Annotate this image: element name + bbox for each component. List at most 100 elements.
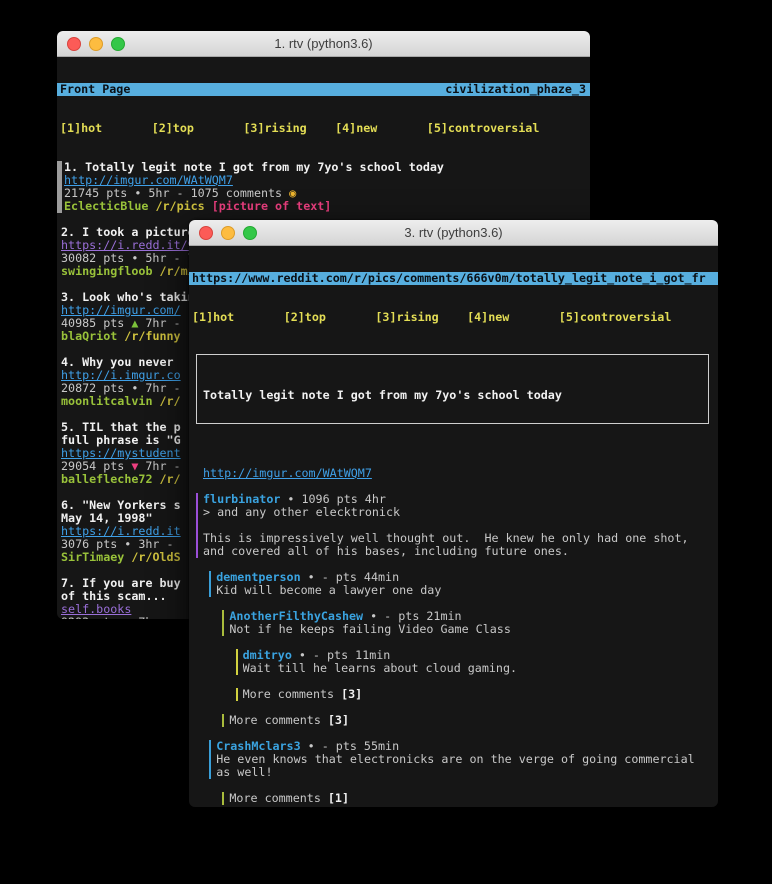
post-link[interactable]: http://imgur.com/WAtWQM7 xyxy=(203,467,372,480)
post-summary-box[interactable]: Totally legit note I got from my 7yo's s… xyxy=(189,350,718,428)
post-author[interactable]: EclecticBlue xyxy=(287,440,371,441)
post-flair: [picture of text] xyxy=(379,440,499,441)
post-points: 21745 pts xyxy=(64,187,127,200)
menu-item-5controversial[interactable]: [5]controversial xyxy=(427,122,540,135)
post-meta: 7hr - xyxy=(145,460,180,473)
post-link[interactable]: http://i.imgur.co xyxy=(61,369,181,382)
post-title[interactable]: of this scam... xyxy=(61,590,167,603)
post-title[interactable]: 4. Why you never xyxy=(61,356,181,369)
post-subreddit[interactable]: /r/ xyxy=(159,473,180,486)
post-points: 23771 pts • 1155 comments xyxy=(287,518,463,519)
post-author[interactable]: swingingfloob xyxy=(61,265,152,278)
menu-item-1hot[interactable]: [1]hot xyxy=(192,311,234,324)
comment-meta: • - pts 11min xyxy=(299,649,390,662)
comment[interactable]: dmitryo• - pts 11minWait till he learns … xyxy=(236,649,718,675)
post-meta: 7hr - xyxy=(138,616,173,619)
comment[interactable]: CrashMclars3 • - pts 55minHe even knows t… xyxy=(209,740,718,779)
post-link[interactable]: self.books xyxy=(61,603,131,616)
post-points: 3076 pts xyxy=(61,538,117,551)
bullet-icon: • xyxy=(124,538,131,551)
minimize-button[interactable] xyxy=(221,226,235,240)
spacer-row xyxy=(189,727,718,740)
window-title-frontpage: 1. rtv (python3.6) xyxy=(274,36,372,51)
menu-item-3rising[interactable]: [3]rising xyxy=(375,311,438,324)
minimize-button[interactable] xyxy=(89,37,103,51)
more-comments[interactable]: More comments[3] xyxy=(222,714,718,727)
page-title: Front Page xyxy=(60,83,130,96)
sort-menu-comments: [1]hot [2]top [3]rising [4]new [5]controvers… xyxy=(189,311,718,324)
post-title[interactable]: full phrase is "G xyxy=(61,434,181,447)
comment-body-line: He even knows that electronicks are on t… xyxy=(216,753,718,766)
desktop: 1. rtv (python3.6) Front Page civilizati… xyxy=(0,0,772,884)
frontpage-header-bar: Front Page civilization_phaze_3 xyxy=(57,83,590,96)
post-author[interactable]: ballefleche72 xyxy=(61,473,152,486)
post-box-border: Totally legit note I got from my 7yo's s… xyxy=(196,354,709,424)
menu-item-5controversial[interactable]: [5]controversial xyxy=(559,311,672,324)
post-points: 20872 pts xyxy=(61,382,124,395)
more-comments[interactable]: More comments [1] xyxy=(222,792,718,805)
post-meta: 7hr - xyxy=(145,317,180,330)
comment[interactable]: dementperson • - pts 44minKid will become… xyxy=(209,571,718,597)
post-author[interactable]: EclecticBlue xyxy=(64,200,148,213)
comment[interactable]: AnotherFilthyCashew• - pts 21minNot if h… xyxy=(222,610,718,636)
spacer-row xyxy=(189,636,718,649)
bullet-icon: • xyxy=(134,187,141,200)
more-comments[interactable]: More comments[3] xyxy=(236,688,718,701)
close-button[interactable] xyxy=(67,37,81,51)
menu-item-3rising[interactable]: [3]rising xyxy=(243,122,306,135)
comment-body-line: and covered all of his bases, including … xyxy=(203,545,718,558)
post-subreddit[interactable]: /r/funny xyxy=(124,330,180,343)
comment-meta: • - pts 55min xyxy=(308,740,399,753)
post-title[interactable]: 6. "New Yorkers s xyxy=(61,499,181,512)
spacer-row xyxy=(189,597,718,610)
upvote-arrow-icon: ▲ xyxy=(131,317,138,330)
post-item[interactable]: 1. Totally legit note I got from my 7yo'… xyxy=(57,161,590,213)
window-comments: 3. rtv (python3.6) https://www.reddit.co… xyxy=(189,220,718,807)
post-link[interactable]: http://imgur.com/ xyxy=(61,304,181,317)
comment-author[interactable]: dmitryo xyxy=(243,649,292,662)
spacer-row xyxy=(189,675,718,688)
sort-menu-frontpage: [1]hot [2]top [3]rising [4]new [5]controvers… xyxy=(57,122,590,135)
comment-meta: • - pts 44min xyxy=(308,571,399,584)
traffic-lights xyxy=(67,37,125,51)
selection-cursor xyxy=(57,161,62,213)
spacer-row xyxy=(189,779,718,792)
post-meta: 3hr - xyxy=(138,538,173,551)
menu-item-4new[interactable]: [4]new xyxy=(467,311,509,324)
post-flair: [picture of text] xyxy=(212,200,332,213)
comment-body-line: Not if he keeps failing Video Game Class xyxy=(229,623,718,636)
post-author[interactable]: blaQriot xyxy=(61,330,117,343)
post-subreddit[interactable]: /r/pics xyxy=(155,200,204,213)
post-link[interactable]: http://imgur.com/WAtWQM7 xyxy=(64,174,233,187)
zoom-button[interactable] xyxy=(111,37,125,51)
post-meta: 7hr - xyxy=(145,382,180,395)
menu-item-1hot[interactable]: [1]hot xyxy=(60,122,102,135)
menu-item-2top[interactable]: [2]top xyxy=(152,122,194,135)
comment-author[interactable]: CrashMclars3 xyxy=(216,740,300,753)
gilded-icon: ◉ xyxy=(289,187,296,200)
more-comments-label: More comments xyxy=(229,714,320,727)
titlebar-comments[interactable]: 3. rtv (python3.6) xyxy=(189,220,718,246)
post-author[interactable]: SirTimaey xyxy=(61,551,124,564)
comment-author[interactable]: dementperson xyxy=(216,571,300,584)
zoom-button[interactable] xyxy=(243,226,257,240)
post-title[interactable]: 1. Totally legit note I got from my 7yo'… xyxy=(64,161,444,174)
spacer-row xyxy=(189,558,718,571)
comment-body-line: Kid will become a lawyer one day xyxy=(216,584,718,597)
post-subreddit[interactable]: /r/OldS xyxy=(131,551,180,564)
post-link[interactable]: https://i.redd.it xyxy=(61,525,181,538)
post-title[interactable]: 7. If you are buy xyxy=(61,577,181,590)
spacer-row xyxy=(189,805,718,807)
more-comments-count: [1] xyxy=(328,792,349,805)
comment-author[interactable]: AnotherFilthyCashew xyxy=(229,610,363,623)
post-subreddit[interactable]: /r/ xyxy=(159,395,180,408)
post-link[interactable]: https://mystudent xyxy=(61,447,181,460)
more-comments-label: More comments xyxy=(229,792,320,805)
titlebar-frontpage[interactable]: 1. rtv (python3.6) xyxy=(57,31,590,57)
post-title[interactable]: 5. TIL that the p xyxy=(61,421,181,434)
post-title[interactable]: May 14, 1998" xyxy=(61,512,152,525)
close-button[interactable] xyxy=(199,226,213,240)
post-author[interactable]: moonlitcalvin xyxy=(61,395,152,408)
menu-item-4new[interactable]: [4]new xyxy=(335,122,377,135)
menu-item-2top[interactable]: [2]top xyxy=(284,311,326,324)
